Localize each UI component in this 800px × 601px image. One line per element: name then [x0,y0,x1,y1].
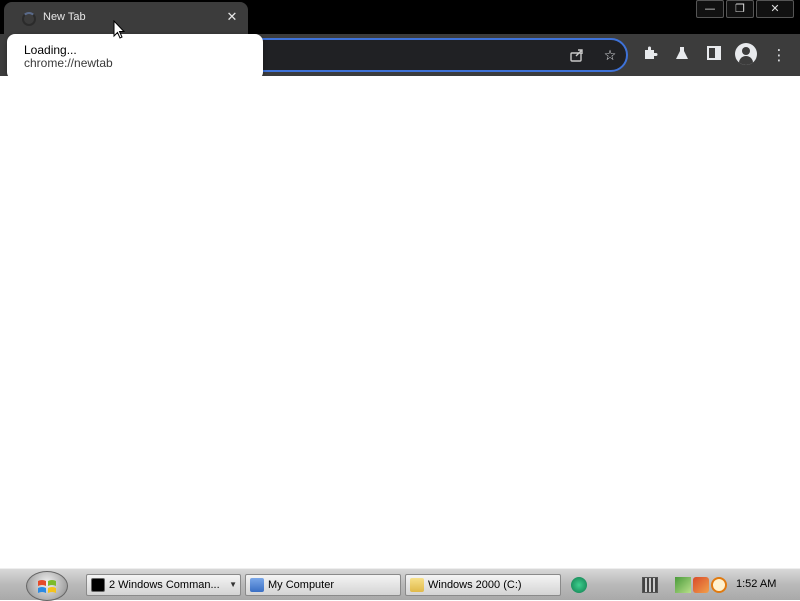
taskbar-item-label: 2 Windows Comman... [109,579,220,591]
taskbar-item-label: My Computer [268,579,335,591]
search-tray-icon[interactable] [711,577,727,593]
page-content-area [0,76,800,568]
window-controls: — ❐ ✕ [696,0,794,18]
labs-flask-icon[interactable] [672,45,692,65]
chevron-down-icon: ▼ [229,580,237,589]
tab-hover-tooltip: Loading... chrome://newtab [7,34,263,80]
tab-new-tab[interactable]: New Tab ✕ [4,2,248,34]
tooltip-url: chrome://newtab [24,56,113,70]
network-tray-icon[interactable] [675,577,691,593]
close-icon: ✕ [770,2,780,15]
minimize-icon: — [704,2,716,15]
my-computer-icon [250,578,264,592]
share-icon[interactable] [568,47,586,65]
security-tray-icon[interactable] [693,577,709,593]
menu-icon[interactable]: ⋮ [769,45,789,65]
folder-icon [410,578,424,592]
restore-icon: ❐ [735,2,745,15]
tooltip-title: Loading... [24,43,77,57]
keyboard-tray-icon[interactable] [642,577,658,593]
mouse-cursor-icon [113,20,125,39]
restore-button[interactable]: ❐ [726,0,754,18]
quick-launch-globe-icon[interactable] [571,577,587,593]
extensions-icon[interactable] [640,45,660,65]
side-panel-icon[interactable] [704,45,724,65]
windows-logo-icon [38,580,56,593]
taskbar-item-label: Windows 2000 (C:) [428,579,522,591]
start-button[interactable] [26,571,68,601]
tab-title: New Tab [43,11,86,23]
tab-close-icon[interactable]: ✕ [222,8,242,28]
profile-icon[interactable] [735,43,757,65]
taskbar-clock[interactable]: 1:52 AM [736,578,776,590]
command-prompt-icon [91,578,105,592]
minimize-button[interactable]: — [696,0,724,18]
taskbar-item-windows-2000-c[interactable]: Windows 2000 (C:) [405,574,561,596]
taskbar-item-my-computer[interactable]: My Computer [245,574,401,596]
close-window-button[interactable]: ✕ [756,0,794,18]
taskbar-item-command-prompts[interactable]: 2 Windows Comman... ▼ [86,574,241,596]
taskbar: 2 Windows Comman... ▼ My Computer Window… [0,568,800,601]
loading-spinner-icon [22,12,36,26]
bookmark-star-icon[interactable]: ☆ [601,47,619,65]
